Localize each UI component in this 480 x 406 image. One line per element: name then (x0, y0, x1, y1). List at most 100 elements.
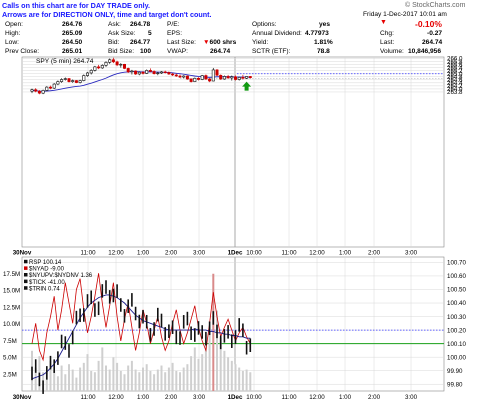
volume-bar (101, 347, 104, 391)
volume-bar (238, 367, 241, 391)
volume-bar (245, 369, 248, 391)
volume-bar (93, 372, 96, 391)
low-value: 264.50 (62, 39, 83, 46)
volume-bar (212, 273, 215, 391)
top-x-tick-label: 3:00 (193, 250, 206, 257)
volume-bar (153, 374, 156, 391)
bid-size-label: Bid Size: (108, 48, 135, 55)
candle-body (193, 77, 197, 82)
candle-body (100, 65, 104, 69)
candle-body (148, 70, 152, 72)
volume-bar (167, 367, 170, 391)
candle-body (111, 59, 115, 63)
open-label: Open: (5, 21, 23, 28)
bottom-right-tick-label: 100.70 (447, 260, 466, 267)
prev-close-label: Prev Close: (5, 48, 40, 55)
last-size-value: ▼600 shrs (203, 39, 236, 46)
bottom-x-tick-label: 1:00 (339, 394, 352, 401)
bid-label: Bid: (108, 39, 120, 46)
bottom-right-tick-label: 99.80 (447, 381, 463, 388)
candle-body (78, 80, 82, 83)
candle-body (30, 89, 34, 92)
vwap-value: 264.74 (210, 48, 231, 55)
volume-bar (142, 367, 144, 391)
candle-body (167, 72, 171, 75)
top-x-tick-label: 11:00 (80, 250, 96, 257)
candle-body (248, 76, 252, 78)
candle-body (174, 74, 178, 77)
candle-body (41, 90, 45, 94)
candle-body (230, 76, 234, 79)
volume-tick-label: 5.0M (3, 355, 17, 362)
high-label: High: (5, 30, 21, 37)
bottom-x-tick-label: 1:00 (137, 394, 150, 401)
volume-tick-label: 15.0M (3, 288, 20, 295)
last-value: 264.74 (422, 39, 443, 46)
percent-change: -0.10% (415, 19, 442, 29)
legend-swatch (24, 273, 28, 277)
top-x-tick-label: 1:00 (339, 250, 352, 257)
open-value: 264.76 (62, 21, 83, 28)
bottom-x-tick-label: 3:00 (405, 394, 418, 401)
candle-body (56, 81, 60, 85)
top-x-tick-label: 1Dec (228, 250, 243, 257)
legend-entry: $TICK -41.00 (29, 280, 65, 286)
last-size-label: Last Size: (167, 39, 196, 46)
candle-body (63, 78, 67, 80)
candle-body (160, 71, 164, 74)
candle-body (115, 61, 119, 66)
bottom-x-tick-label: 12:00 (108, 394, 124, 401)
watermark: © StockCharts.com (405, 1, 466, 9)
volume-label: Volume: (380, 48, 404, 55)
high-value: 265.09 (62, 30, 83, 37)
volume-bar (145, 364, 148, 391)
volume-bar (82, 362, 85, 391)
bottom-x-tick-label: 2:00 (368, 394, 381, 401)
candle-body (130, 70, 134, 73)
legend-swatch (24, 266, 28, 270)
volume-tick-label: 7.5M (3, 338, 17, 345)
candle-body (197, 77, 201, 80)
bottom-x-tick-label: 2:00 (165, 394, 178, 401)
candle-body (241, 77, 245, 79)
bottom-right-tick-label: 100.10 (447, 341, 466, 348)
pe-label: P/E: (167, 21, 180, 28)
top-x-tick-label: 3:00 (405, 250, 418, 257)
volume-bar (156, 369, 159, 391)
legend-swatch (24, 286, 28, 290)
candle-body (204, 75, 208, 80)
candle-body (171, 73, 175, 76)
volume-bar (216, 310, 218, 391)
candle-body (208, 78, 212, 82)
volume-bar (208, 330, 211, 391)
volume-tick-label: 2.5M (3, 371, 17, 378)
top-panel-title: SPY (5 min) 264.74 (36, 58, 94, 65)
candle-body (82, 75, 86, 81)
chart-root: 30Nov 30Nov 11:00 11:00 12:00 12:00 1:00 1:00 2:… (0, 0, 480, 406)
candle-body (145, 70, 149, 74)
volume-bar (149, 370, 152, 391)
volume-bar (119, 370, 122, 391)
top-x-tick-label: 11:00 (281, 250, 297, 257)
candle-body (74, 80, 78, 83)
candle-body (89, 70, 93, 74)
candle-body (48, 86, 52, 89)
candle-body (60, 79, 64, 82)
legend-entry: $NYAD -9.00 (29, 267, 65, 273)
volume-bar (97, 360, 100, 391)
top-x-tick-label: 12:00 (309, 250, 325, 257)
bottom-right-tick-label: 100.50 (447, 287, 466, 294)
bottom-x-tick-label: 3:00 (193, 394, 206, 401)
eps-label: EPS: (167, 30, 183, 37)
note-line-2: Arrows are for DIRECTION ONLY, time and … (2, 10, 212, 19)
bottom-right-tick-label: 100.30 (447, 314, 466, 321)
yield-label: Yield: (252, 39, 269, 46)
dividend-label: Annual Dividend: (252, 30, 302, 37)
candle-body (156, 72, 160, 75)
volume-bar (123, 374, 126, 391)
sctr-label: SCTR (ETF): (252, 48, 291, 55)
candle-body (185, 75, 189, 80)
options-label: Options: (252, 21, 277, 28)
candle-body (134, 70, 138, 75)
candle-body (219, 74, 223, 80)
